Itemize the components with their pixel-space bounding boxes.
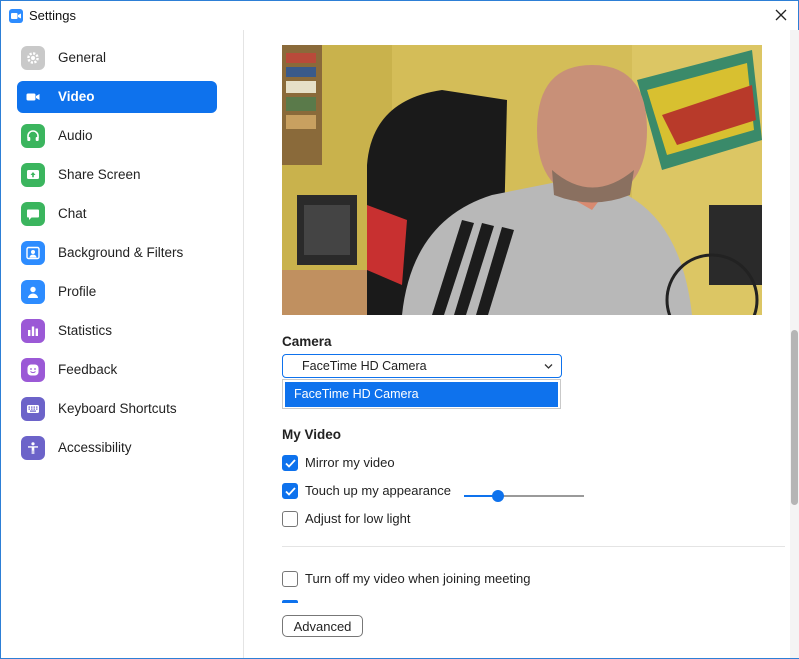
- sidebar-item-share-screen[interactable]: Share Screen: [17, 159, 217, 191]
- keyboard-icon: [21, 397, 45, 421]
- headphones-icon: [21, 124, 45, 148]
- smiley-icon: [21, 358, 45, 382]
- turn-off-video-checkbox[interactable]: [282, 571, 298, 587]
- sidebar-item-chat[interactable]: Chat: [17, 198, 217, 230]
- mirror-video-checkbox[interactable]: [282, 455, 298, 471]
- low-light-label: Adjust for low light: [305, 511, 411, 526]
- low-light-checkbox[interactable]: [282, 511, 298, 527]
- checkmark-icon: [285, 487, 296, 496]
- share-screen-icon: [21, 163, 45, 187]
- settings-window: Settings General Video Audio Share Scree…: [0, 0, 799, 659]
- camera-preview-image: [282, 45, 762, 315]
- chevron-down-icon: [544, 364, 553, 369]
- sidebar-item-label: Video: [58, 89, 95, 104]
- mirror-video-label: Mirror my video: [305, 455, 395, 470]
- sidebar-item-label: Accessibility: [58, 440, 132, 455]
- camera-select-value: FaceTime HD Camera: [302, 359, 427, 373]
- sidebar-item-feedback[interactable]: Feedback: [17, 354, 217, 386]
- sidebar-item-label: Profile: [58, 284, 97, 299]
- background-person-icon: [21, 241, 45, 265]
- window-title: Settings: [29, 8, 76, 23]
- close-icon: [775, 9, 787, 21]
- video-camera-icon: [21, 85, 45, 109]
- video-settings-panel: Camera FaceTime HD Camera FaceTime HD Ca…: [245, 30, 790, 658]
- zoom-camera-icon: [9, 9, 23, 23]
- sidebar-item-general[interactable]: General: [17, 42, 217, 74]
- camera-preview: [282, 45, 762, 315]
- scrollbar-thumb[interactable]: [791, 330, 798, 505]
- close-button[interactable]: [772, 6, 790, 24]
- sidebar-item-audio[interactable]: Audio: [17, 120, 217, 152]
- chat-bubble-icon: [21, 202, 45, 226]
- title-bar: Settings: [1, 1, 798, 30]
- sidebar-item-label: Chat: [58, 206, 87, 221]
- accessibility-person-icon: [21, 436, 45, 460]
- slider-thumb[interactable]: [491, 490, 504, 502]
- gear-icon: [21, 46, 45, 70]
- partially-visible-checkbox[interactable]: [282, 600, 298, 603]
- sidebar-item-keyboard-shortcuts[interactable]: Keyboard Shortcuts: [17, 393, 217, 425]
- camera-option[interactable]: FaceTime HD Camera: [285, 382, 558, 407]
- camera-select[interactable]: FaceTime HD Camera: [282, 354, 562, 378]
- bar-chart-icon: [21, 319, 45, 343]
- sidebar-item-accessibility[interactable]: Accessibility: [17, 432, 217, 464]
- sidebar-item-background-filters[interactable]: Background & Filters: [17, 237, 217, 269]
- settings-sidebar: General Video Audio Share Screen Chat Ba…: [1, 30, 244, 658]
- sidebar-item-label: Feedback: [58, 362, 118, 377]
- content-scrollbar[interactable]: [790, 30, 799, 658]
- camera-option-label: FaceTime HD Camera: [294, 387, 419, 401]
- sidebar-item-statistics[interactable]: Statistics: [17, 315, 217, 347]
- sidebar-item-profile[interactable]: Profile: [17, 276, 217, 308]
- camera-dropdown-list: FaceTime HD Camera: [282, 379, 561, 409]
- advanced-button[interactable]: Advanced: [282, 615, 363, 637]
- profile-icon: [21, 280, 45, 304]
- camera-heading: Camera: [282, 334, 332, 349]
- sidebar-item-label: Statistics: [58, 323, 113, 338]
- sidebar-item-label: Background & Filters: [58, 245, 184, 260]
- sidebar-item-video[interactable]: Video: [17, 81, 217, 113]
- touch-up-slider[interactable]: [464, 490, 584, 502]
- turn-off-video-label: Turn off my video when joining meeting: [305, 571, 531, 586]
- checkmark-icon: [285, 459, 296, 468]
- sidebar-item-label: General: [58, 50, 107, 65]
- touch-up-label: Touch up my appearance: [305, 483, 451, 498]
- section-divider: [282, 546, 785, 547]
- sidebar-item-label: Audio: [58, 128, 93, 143]
- sidebar-item-label: Share Screen: [58, 167, 141, 182]
- touch-up-checkbox[interactable]: [282, 483, 298, 499]
- sidebar-item-label: Keyboard Shortcuts: [58, 401, 177, 416]
- my-video-heading: My Video: [282, 427, 342, 442]
